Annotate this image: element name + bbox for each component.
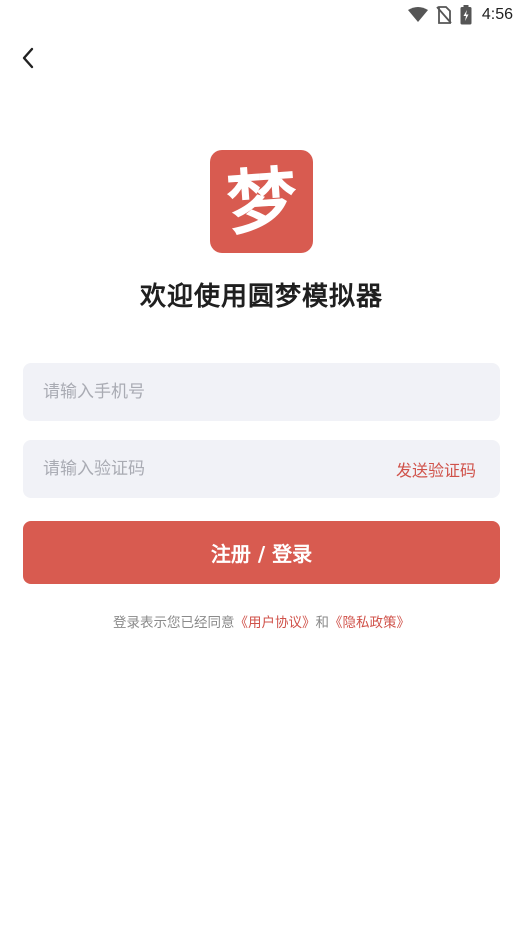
page-title: 欢迎使用圆梦模拟器	[139, 282, 383, 312]
verification-code-input[interactable]	[41, 458, 396, 480]
privacy-policy-link[interactable]: 《隐私政策》	[329, 615, 410, 631]
back-button[interactable]	[14, 46, 42, 74]
user-agreement-link[interactable]: 《用户协议》	[235, 615, 316, 631]
agreement-prefix: 登录表示您已经同意	[113, 615, 235, 631]
agreement-conjunction: 和	[315, 615, 330, 631]
no-sim-icon	[436, 6, 452, 24]
app-logo: 梦	[210, 150, 313, 253]
status-bar: 4:56	[0, 0, 523, 30]
logo-character: 梦	[223, 157, 300, 245]
status-time: 4:56	[481, 6, 513, 23]
phone-input[interactable]	[41, 381, 482, 403]
agreement-text: 登录表示您已经同意《用户协议》和《隐私政策》	[0, 611, 523, 631]
wifi-icon	[407, 7, 428, 23]
code-field-container: 发送验证码	[23, 440, 500, 498]
chevron-left-icon	[21, 47, 35, 73]
send-code-button[interactable]: 发送验证码	[396, 457, 482, 481]
battery-charging-icon	[460, 5, 472, 25]
phone-field-container	[23, 363, 500, 421]
register-login-button[interactable]: 注册 / 登录	[23, 521, 500, 584]
